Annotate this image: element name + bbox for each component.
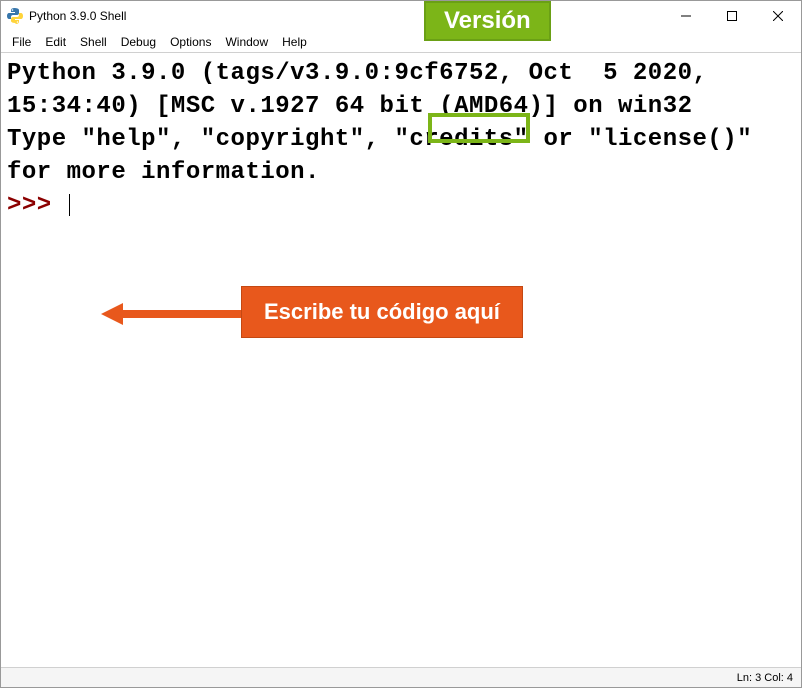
menu-options[interactable]: Options (163, 33, 218, 51)
shell-banner-line2: Type "help", "copyright", "credits" or "… (7, 123, 795, 189)
statusbar-position: Ln: 3 Col: 4 (737, 672, 793, 684)
annotation-version-label: Versión (424, 1, 551, 41)
menu-debug[interactable]: Debug (114, 33, 163, 51)
shell-content[interactable]: Python 3.9.0 (tags/v3.9.0:9cf6752, Oct 5… (1, 53, 801, 667)
menu-window[interactable]: Window (218, 33, 275, 51)
annotation-code-hint: Escribe tu código aquí (241, 286, 523, 338)
menu-help[interactable]: Help (275, 33, 314, 51)
menubar: File Edit Shell Debug Options Window Hel… (1, 31, 801, 53)
titlebar: Python 3.9.0 Shell (1, 1, 801, 31)
text-cursor (69, 194, 70, 216)
close-button[interactable] (755, 1, 801, 31)
window-controls (663, 1, 801, 31)
statusbar: Ln: 3 Col: 4 (1, 667, 801, 687)
menu-file[interactable]: File (5, 33, 38, 51)
menu-edit[interactable]: Edit (38, 33, 73, 51)
shell-prompt: >>> (7, 192, 67, 219)
window-title: Python 3.9.0 Shell (29, 9, 126, 23)
python-icon (7, 8, 23, 24)
shell-prompt-line[interactable]: >>> (7, 189, 795, 222)
menu-shell[interactable]: Shell (73, 33, 114, 51)
maximize-button[interactable] (709, 1, 755, 31)
shell-banner-line1: Python 3.9.0 (tags/v3.9.0:9cf6752, Oct 5… (7, 57, 795, 123)
minimize-button[interactable] (663, 1, 709, 31)
